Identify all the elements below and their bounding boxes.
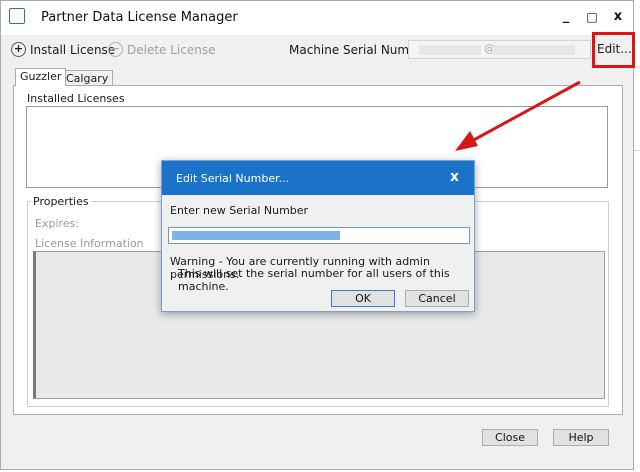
expires-label: Expires: [35, 217, 79, 230]
selected-text-highlight [172, 231, 340, 240]
license-information-label: License Information [35, 237, 144, 250]
tab-calgary[interactable]: Calgary [61, 70, 114, 86]
install-license-button[interactable]: + Install License [11, 42, 115, 57]
maximize-button[interactable]: □ [583, 9, 601, 25]
minimize-button[interactable]: _ [557, 9, 575, 25]
installed-licenses-label: Installed Licenses [27, 92, 125, 105]
delete-license-label: Delete License [127, 42, 216, 57]
ok-button[interactable]: OK [331, 290, 395, 307]
serial-prompt-label: Enter new Serial Number [170, 204, 309, 217]
cancel-button[interactable]: Cancel [405, 290, 469, 307]
minus-circle-icon: − [108, 42, 123, 57]
properties-label: Properties [31, 195, 91, 208]
install-license-label: Install License [30, 42, 116, 57]
window-title: Partner Data License Manager [41, 10, 238, 25]
close-window-button[interactable]: x [609, 9, 627, 25]
highlight-box [592, 32, 635, 68]
dialog-title: Edit Serial Number... [176, 172, 290, 185]
help-button[interactable]: Help [553, 429, 609, 446]
edit-serial-dialog: Edit Serial Number... x Enter new Serial… [161, 160, 475, 312]
new-serial-input[interactable] [168, 227, 470, 244]
title-bar: Partner Data License Manager _ □ x [1, 1, 633, 35]
close-button[interactable]: Close [482, 429, 538, 446]
app-icon [9, 8, 25, 24]
plus-circle-icon: + [11, 42, 26, 57]
redacted-serial-part [419, 45, 481, 55]
redacted-serial-part [493, 45, 575, 55]
dialog-title-bar: Edit Serial Number... x [162, 161, 474, 195]
tab-guzzler[interactable]: Guzzler [15, 68, 67, 86]
dialog-close-button[interactable]: x [450, 169, 459, 185]
delete-license-button[interactable]: − Delete License [108, 42, 215, 57]
